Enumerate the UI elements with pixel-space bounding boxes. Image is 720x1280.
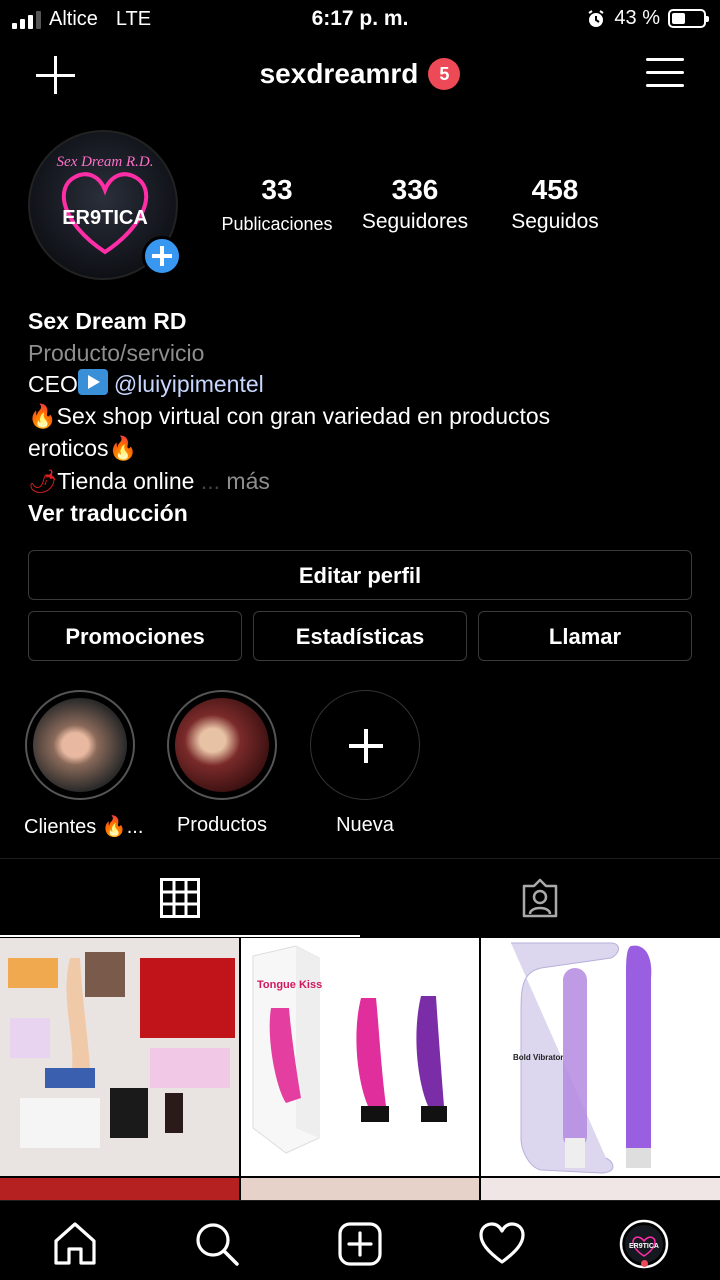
nav-create[interactable] — [335, 1219, 385, 1269]
username-title[interactable]: sexdreamrd — [260, 58, 419, 90]
highlight-ring — [167, 690, 277, 800]
chili-pepper-emoji-icon: 🌶 — [28, 468, 58, 495]
hamburger-menu-icon[interactable] — [646, 56, 684, 90]
post-image — [8, 952, 235, 1148]
status-right: 43 % — [586, 7, 709, 30]
bio-line-ceo: CEO @luiyipimentel — [28, 369, 698, 401]
add-story-icon[interactable] — [142, 236, 182, 276]
notification-badge: 5 — [428, 58, 461, 90]
bio-line-store: 🌶Tienda online ... más — [28, 466, 698, 499]
highlight-cover-image — [33, 698, 127, 792]
grid-icon — [160, 878, 200, 918]
mention-link[interactable]: @luiyipimentel — [114, 371, 264, 397]
tab-grid[interactable] — [0, 859, 360, 937]
grid-post-4[interactable] — [0, 1178, 239, 1200]
play-button-emoji-icon — [77, 369, 108, 395]
tab-tagged[interactable] — [360, 859, 720, 937]
alarm-icon — [588, 9, 604, 27]
battery-icon — [668, 9, 709, 28]
highlight-label: Nueva — [336, 814, 394, 836]
grid-post-2[interactable]: Tongue Kiss — [241, 938, 479, 1176]
insights-button[interactable]: Estadísticas — [253, 611, 467, 661]
avatar-text-top: Sex Dream R.D. — [57, 154, 154, 170]
fire-emoji-icon: 🔥 — [108, 436, 138, 462]
stat-posts[interactable]: 33 Publicaciones — [212, 174, 342, 235]
bio-line-description: 🔥Sex shop virtual con gran variedad en p… — [28, 401, 698, 434]
profile-category[interactable]: Producto/servicio — [28, 338, 698, 370]
bio-more-link[interactable]: más — [226, 468, 269, 494]
stat-following[interactable]: 458 Seguidos — [490, 174, 620, 234]
new-highlight-plus-icon — [310, 690, 420, 800]
bio-ceo-text: CEO — [28, 371, 78, 397]
bio-ellipsis: ... — [200, 467, 221, 494]
bio-description-text: Sex shop virtual con gran variedad en pr… — [56, 402, 551, 429]
profile-bio: Sex Dream RD Producto/servicio CEO @luiyi… — [28, 306, 698, 530]
stat-followers[interactable]: 336 Seguidores — [350, 174, 480, 234]
battery-percent: 43 % — [614, 7, 660, 29]
header-title: sexdreamrd 5 — [0, 58, 720, 90]
svg-text:ER9TICA: ER9TICA — [629, 1243, 659, 1250]
instagram-profile-screen: Altice LTE 6:17 p. m. 43 % sexdreamrd 5 — [0, 0, 720, 1280]
highlight-cover-image — [175, 698, 269, 792]
heart-icon — [479, 1222, 525, 1264]
post-image: Tongue Kiss — [252, 945, 447, 1154]
profile-name: Sex Dream RD — [28, 308, 187, 334]
bio-store-text: Tienda online — [57, 467, 195, 494]
highlight-clientes[interactable]: Clientes 🔥... — [24, 690, 144, 839]
add-post-icon — [338, 1222, 382, 1266]
post-image: Bold Vibrator — [511, 942, 652, 1174]
stat-label: Seguidos — [511, 210, 599, 233]
bio-eroticos-text: eroticos — [28, 435, 109, 461]
grid-post-3[interactable]: Bold Vibrator — [481, 938, 720, 1176]
grid-post-6[interactable] — [481, 1178, 720, 1200]
highlight-new[interactable]: Nueva — [309, 690, 421, 837]
stat-value: 458 — [531, 174, 579, 205]
notification-dot — [641, 1260, 648, 1267]
stat-value: 33 — [261, 174, 293, 205]
bio-line-eroticos: eroticos🔥 — [28, 433, 698, 466]
nav-home[interactable] — [50, 1219, 100, 1269]
grid-post-5[interactable] — [241, 1178, 479, 1200]
promotions-button[interactable]: Promociones — [28, 611, 242, 661]
nav-search[interactable] — [192, 1219, 242, 1269]
search-icon — [196, 1223, 239, 1266]
stat-label: Seguidores — [361, 210, 469, 233]
post-2-text: Tongue Kiss — [257, 979, 322, 991]
see-translation-link[interactable]: Ver traducción — [28, 498, 698, 530]
call-button[interactable]: Llamar — [478, 611, 692, 661]
nav-activity[interactable] — [477, 1219, 527, 1269]
stat-label: Publicaciones — [221, 214, 333, 234]
fire-emoji-icon: 🔥 — [28, 403, 57, 430]
stat-value: 336 — [391, 174, 439, 205]
avatar-text-main: ER9TICA — [62, 207, 148, 229]
grid-post-1[interactable] — [0, 938, 239, 1176]
highlight-label: Clientes 🔥... — [24, 816, 144, 838]
highlight-ring — [25, 690, 135, 800]
profile-header: sexdreamrd 5 — [0, 48, 720, 100]
bottom-navigation: ER9TICA — [0, 1200, 720, 1280]
tagged-person-icon — [522, 878, 558, 918]
highlight-productos[interactable]: Productos — [166, 690, 278, 837]
edit-profile-button[interactable]: Editar perfil — [28, 550, 692, 600]
status-bar: Altice LTE 6:17 p. m. 43 % — [0, 0, 720, 40]
post-3-text: Bold Vibrator — [513, 1053, 564, 1062]
home-icon — [54, 1222, 96, 1265]
highlight-label: Productos — [176, 814, 268, 836]
